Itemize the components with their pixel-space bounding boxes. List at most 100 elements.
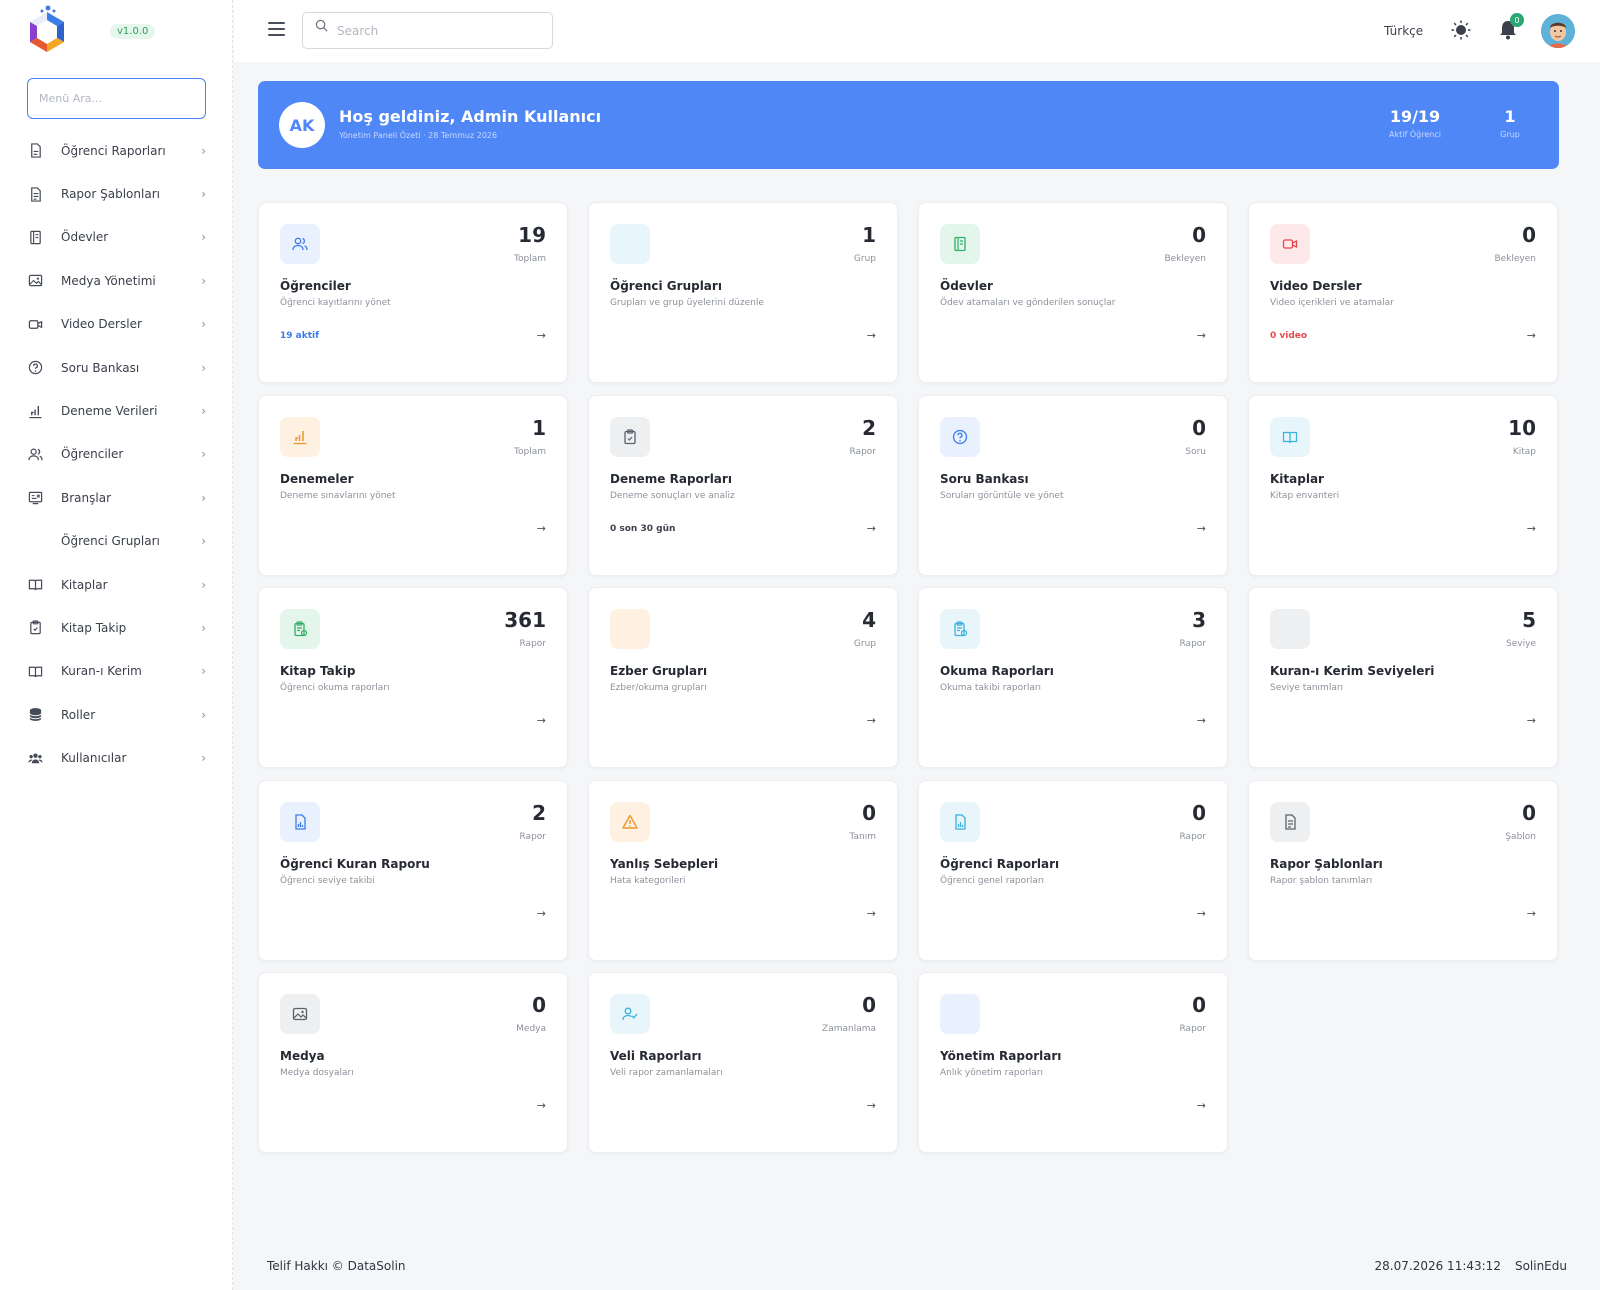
arrow-right-icon[interactable]: → xyxy=(1197,329,1206,342)
chevron-right-icon: › xyxy=(201,273,206,288)
card-description: Anlık yönetim raporları xyxy=(940,1068,1044,1078)
arrow-right-icon[interactable]: → xyxy=(867,329,876,342)
card-value: 0 xyxy=(1192,415,1206,440)
dashboard-card-18[interactable]: 0 Zamanlama Veli Raporları Veli rapor zaman… xyxy=(588,972,898,1153)
menu-toggle-icon[interactable] xyxy=(268,22,285,36)
sidebar-item-7[interactable]: Deneme Verileri › xyxy=(0,389,232,432)
dashboard-card-12[interactable]: 5 Seviye Kuran-ı Kerim Seviyeleri Seviye ta… xyxy=(1248,587,1558,768)
sidebar-item-8[interactable]: Öğrenciler › xyxy=(0,433,232,476)
menu-search-input[interactable]: Menü Ara... xyxy=(27,78,206,119)
card-title: Öğrenci Kuran Raporu xyxy=(280,856,430,871)
chevron-right-icon: › xyxy=(201,143,206,158)
arrow-right-icon[interactable]: → xyxy=(537,522,546,535)
dashboard-card-16[interactable]: 0 Şablon Rapor Şablonları Rapor şablon tanı… xyxy=(1248,779,1558,961)
dashboard-card-6[interactable]: 2 Rapor Deneme Raporları Deneme sonuçları v… xyxy=(588,394,898,576)
sidebar-item-15[interactable]: Kullanıcılar › xyxy=(0,736,232,779)
card-value: 2 xyxy=(532,800,546,825)
sidebar-item-4[interactable]: Medya Yönetimi › xyxy=(0,259,232,302)
dashboard-card-13[interactable]: 2 Rapor Öğrenci Kuran Raporu Öğrenci seviye… xyxy=(258,779,568,961)
card-title: Öğrenci Grupları xyxy=(610,279,722,293)
arrow-right-icon[interactable]: → xyxy=(867,522,876,535)
arrow-right-icon[interactable]: → xyxy=(867,714,876,727)
arrow-right-icon[interactable]: → xyxy=(867,907,876,920)
notification-badge: 0 xyxy=(1510,13,1524,27)
arrow-right-icon[interactable]: → xyxy=(1527,907,1536,920)
arrow-right-icon[interactable]: → xyxy=(1197,522,1206,535)
sidebar-item-13[interactable]: Kuran-ı Kerim › xyxy=(0,650,232,693)
arrow-right-icon[interactable]: → xyxy=(1197,907,1206,920)
arrow-right-icon[interactable]: → xyxy=(537,1099,546,1112)
dashboard-card-3[interactable]: 0 Bekleyen Ödevler Ödev atamaları ve gönder… xyxy=(918,202,1228,383)
card-unit: Rapor xyxy=(1179,639,1207,649)
card-value: 0 xyxy=(532,993,546,1017)
users-icon xyxy=(280,224,320,264)
card-unit: Bekleyen xyxy=(1164,254,1206,264)
sidebar-item-14[interactable]: Roller › xyxy=(0,693,232,736)
book-open-icon xyxy=(27,663,43,679)
banner-stat-active-students: 19/19 Aktif Öğrenci xyxy=(1380,107,1450,139)
sidebar-item-12[interactable]: Kitap Takip › xyxy=(0,606,232,649)
card-title: Rapor Şablonları xyxy=(1270,856,1383,871)
sidebar-item-label: Ödevler xyxy=(61,230,109,245)
arrow-right-icon[interactable]: → xyxy=(1527,522,1536,535)
arrow-right-icon[interactable]: → xyxy=(1527,329,1536,342)
chart-icon xyxy=(27,403,43,419)
dashboard-card-9[interactable]: 361 Rapor Kitap Takip Öğrenci okuma raporla… xyxy=(258,587,568,768)
sidebar: v1.0.0 Menü Ara... Öğrenci Raporları › Rap… xyxy=(0,0,233,1290)
card-description: Öğrenci genel raporları xyxy=(940,875,1045,886)
file-text-icon xyxy=(27,186,43,202)
image-icon xyxy=(27,273,43,289)
dashboard-card-11[interactable]: 3 Rapor Okuma Raporları Okuma takibi raporl… xyxy=(918,587,1228,768)
arrow-right-icon[interactable]: → xyxy=(537,907,546,920)
blank-icon xyxy=(610,224,650,264)
dashboard-card-8[interactable]: 10 Kitap Kitaplar Kitap envanteri → xyxy=(1248,394,1558,576)
blank-icon xyxy=(27,533,43,549)
card-description: Okuma takibi raporları xyxy=(940,683,1042,693)
card-value: 0 xyxy=(862,993,876,1017)
sidebar-item-9[interactable]: Branşlar › xyxy=(0,476,232,519)
dashboard-card-1[interactable]: 19 Toplam Öğrenciler Öğrenci kayıtlarını yö… xyxy=(258,202,568,383)
database-icon xyxy=(27,707,43,723)
dashboard-card-4[interactable]: 0 Bekleyen Video Dersler Video içerikleri v… xyxy=(1248,202,1558,383)
sidebar-item-10[interactable]: Öğrenci Grupları › xyxy=(0,520,232,563)
sidebar-item-label: Öğrenci Grupları xyxy=(61,534,160,549)
app-logo[interactable] xyxy=(26,4,68,58)
search-input[interactable]: Search xyxy=(302,12,553,49)
dashboard-card-19[interactable]: 0 Rapor Yönetim Raporları Anlık yönetim rap… xyxy=(918,972,1228,1153)
sidebar-item-3[interactable]: Ödevler › xyxy=(0,216,232,259)
theme-toggle-icon[interactable] xyxy=(1451,20,1471,44)
arrow-right-icon[interactable]: → xyxy=(537,714,546,727)
dashboard-card-15[interactable]: 0 Rapor Öğrenci Raporları Öğrenci genel rap… xyxy=(918,779,1228,961)
card-value: 0 xyxy=(1522,223,1536,247)
dashboard-card-14[interactable]: 0 Tanım Yanlış Sebepleri Hata kategorileri → xyxy=(588,779,898,961)
sidebar-item-label: Medya Yönetimi xyxy=(61,273,156,288)
dashboard-card-7[interactable]: 0 Soru Soru Bankası Soruları görüntüle ve y… xyxy=(918,394,1228,576)
dashboard-card-17[interactable]: 0 Medya Medya Medya dosyaları → xyxy=(258,972,568,1153)
dashboard-card-10[interactable]: 4 Grup Ezber Grupları Ezber/okuma grupları → xyxy=(588,587,898,768)
sidebar-item-2[interactable]: Rapor Şablonları › xyxy=(0,172,232,215)
chevron-right-icon: › xyxy=(201,751,206,766)
dashboard-card-5[interactable]: 1 Toplam Denemeler Deneme sınavlarını yönet… xyxy=(258,394,568,576)
card-value: 4 xyxy=(862,608,876,632)
sidebar-item-11[interactable]: Kitaplar › xyxy=(0,563,232,606)
users-group-icon xyxy=(27,750,43,766)
card-title: Ezber Grupları xyxy=(610,664,708,678)
dashboard-card-2[interactable]: 1 Grup Öğrenci Grupları Grupları ve grup üy… xyxy=(588,202,898,383)
user-avatar[interactable] xyxy=(1541,14,1575,48)
arrow-right-icon[interactable]: → xyxy=(1197,1099,1206,1112)
arrow-right-icon[interactable]: → xyxy=(1197,714,1206,727)
arrow-right-icon[interactable]: → xyxy=(867,1099,876,1112)
version-badge: v1.0.0 xyxy=(110,23,156,39)
sidebar-item-5[interactable]: Video Dersler › xyxy=(0,303,232,346)
card-title: Okuma Raporları xyxy=(940,664,1054,678)
card-unit: Toplam xyxy=(514,446,546,457)
sidebar-item-label: Roller xyxy=(61,707,96,722)
notification-bell-icon[interactable]: 0 xyxy=(1499,13,1524,44)
card-title: Veli Raporları xyxy=(610,1049,702,1063)
sidebar-item-1[interactable]: Öğrenci Raporları › xyxy=(0,129,232,172)
arrow-right-icon[interactable]: → xyxy=(1527,714,1536,727)
language-selector[interactable]: Türkçe xyxy=(1384,24,1423,38)
sidebar-item-6[interactable]: Soru Bankası › xyxy=(0,346,232,389)
arrow-right-icon[interactable]: → xyxy=(537,329,546,342)
clipboard-check-icon xyxy=(280,609,320,649)
